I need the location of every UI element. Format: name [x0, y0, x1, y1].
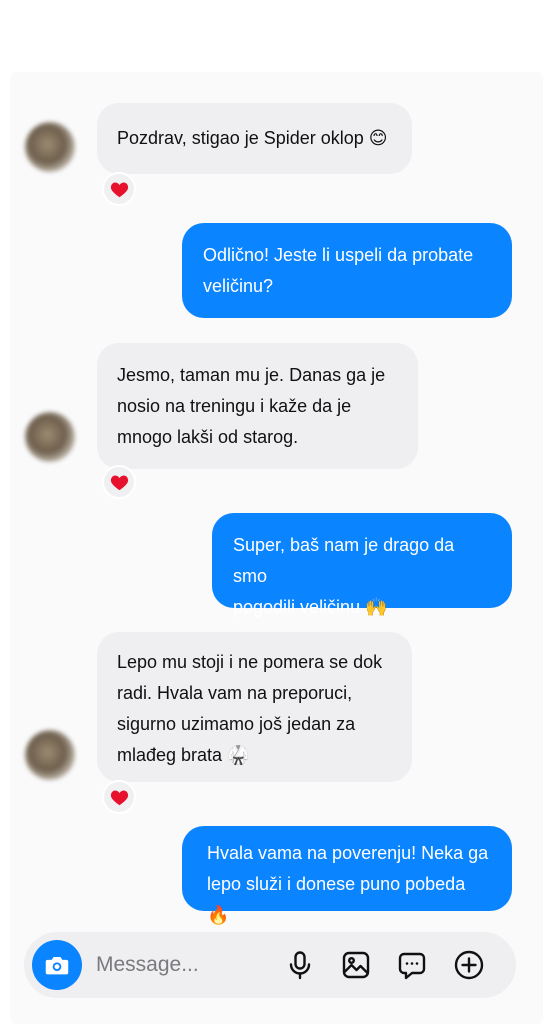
- heart-icon: [110, 182, 128, 197]
- contact-avatar[interactable]: [25, 122, 75, 172]
- message-composer: Message...: [24, 932, 516, 998]
- outgoing-message[interactable]: Odlično! Jeste li uspeli da probate veli…: [182, 223, 512, 318]
- incoming-message[interactable]: Jesmo, taman mu je. Danas ga je nosio na…: [97, 343, 418, 469]
- message-reaction[interactable]: [102, 780, 136, 814]
- heart-icon: [110, 790, 128, 805]
- outgoing-message[interactable]: Hvala vama na poverenju! Neka ga lepo sl…: [182, 826, 512, 925]
- sticker-button[interactable]: [393, 946, 431, 984]
- message-reaction[interactable]: [102, 465, 136, 499]
- contact-avatar[interactable]: [25, 412, 75, 462]
- add-icon: [454, 950, 484, 980]
- sticker-chat-icon: [398, 952, 426, 980]
- camera-icon: [45, 957, 69, 975]
- image-icon: [342, 951, 370, 979]
- camera-button[interactable]: [32, 940, 82, 990]
- heart-icon: [110, 475, 128, 490]
- microphone-icon: [289, 951, 311, 980]
- contact-avatar[interactable]: [25, 730, 75, 780]
- microphone-button[interactable]: [281, 946, 319, 984]
- message-input[interactable]: Message...: [96, 951, 199, 979]
- incoming-message[interactable]: Lepo mu stoji i ne pomera se dok radi. H…: [97, 632, 412, 782]
- gallery-button[interactable]: [337, 946, 375, 984]
- add-button[interactable]: [450, 946, 488, 984]
- message-reaction[interactable]: [102, 172, 136, 206]
- incoming-message[interactable]: Pozdrav, stigao je Spider oklop 😊: [97, 103, 412, 174]
- outgoing-message[interactable]: Super, baš nam je drago da smo pogodili …: [212, 513, 512, 617]
